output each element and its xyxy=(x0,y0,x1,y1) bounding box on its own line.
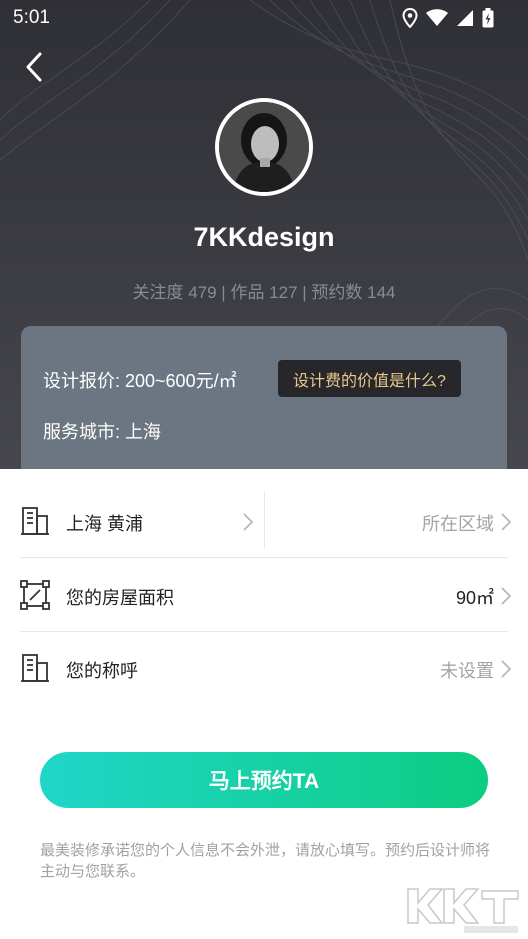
chevron-right-icon xyxy=(243,513,254,531)
privacy-note: 最美装修承诺您的个人信息不会外泄，请放心填写。预约后设计师将主动与您联系。 xyxy=(40,842,491,880)
building-icon xyxy=(21,507,49,535)
chevron-right-icon xyxy=(501,660,512,678)
book-now-button[interactable]: 马上预约TA xyxy=(40,752,488,808)
status-time: 5:01 xyxy=(13,7,50,28)
avatar-photo xyxy=(219,102,309,192)
nickname-value: 未设置 xyxy=(440,661,494,681)
building-icon xyxy=(21,654,49,682)
location-icon xyxy=(402,8,418,28)
signal-icon xyxy=(457,10,473,26)
house-size-label: 您的房屋面积 xyxy=(66,588,174,608)
kkx-watermark-logo xyxy=(407,888,519,933)
design-fee-value-button[interactable]: 设计费的价值是什么? xyxy=(278,360,461,397)
battery-icon xyxy=(482,8,494,28)
region-placeholder: 所在区域 xyxy=(422,514,494,534)
booking-form: 上海 黄浦 所在区域 您的房屋面积 90㎡ 您的称呼 未设置 马上预约TA 最美… xyxy=(0,469,528,939)
status-bar: 5:01 xyxy=(0,0,528,36)
back-arrow-icon[interactable] xyxy=(22,50,48,84)
designer-stats: 关注度 479 | 作品 127 | 预约数 144 xyxy=(132,283,396,302)
chevron-right-icon xyxy=(501,587,512,605)
row-nickname[interactable]: 您的称呼 未设置 xyxy=(0,631,528,705)
designer-portrait xyxy=(219,102,309,192)
nickname-label: 您的称呼 xyxy=(66,661,138,681)
column-divider xyxy=(264,491,265,549)
status-icons xyxy=(402,8,494,28)
house-size-value: 90㎡ xyxy=(455,588,494,608)
design-price: 设计报价: 200~600元/㎡ xyxy=(43,371,237,391)
avatar[interactable] xyxy=(215,98,313,196)
row-house-size[interactable]: 您的房屋面积 90㎡ xyxy=(0,558,528,632)
service-city: 服务城市: 上海 xyxy=(43,422,162,442)
profile-header: 5:01 7KKdesign 关注度 479 | 作品 127 | 预约数 14… xyxy=(0,0,528,470)
price-card: 设计报价: 200~600元/㎡ 设计费的价值是什么? 服务城市: 上海 xyxy=(21,326,507,470)
designer-name: 7KKdesign xyxy=(193,222,335,252)
area-measure-icon xyxy=(20,580,50,610)
chevron-right-icon xyxy=(501,513,512,531)
wifi-icon xyxy=(426,9,448,26)
district-value: 上海 黄浦 xyxy=(66,514,144,534)
